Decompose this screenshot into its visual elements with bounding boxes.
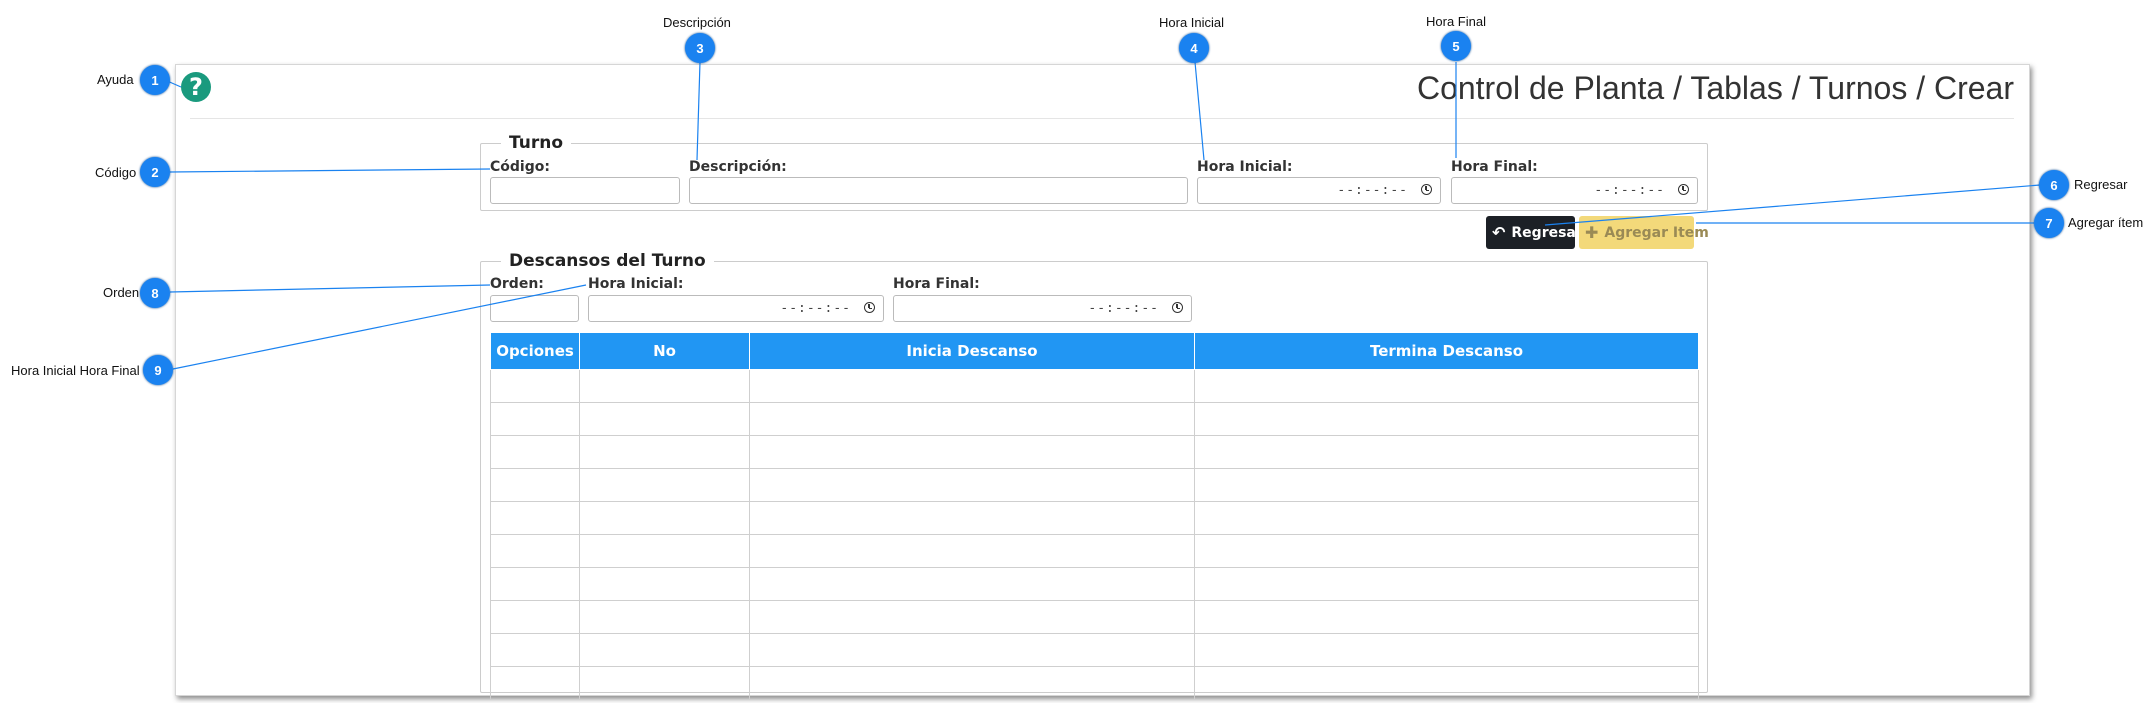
annotation-badge-7: 7	[2034, 208, 2064, 238]
annotation-label-ayuda: Ayuda	[97, 72, 134, 87]
annotation-label-hora-final: Hora Final	[1426, 14, 1486, 29]
annotation-label-hora-inicial: Hora Inicial	[1159, 15, 1225, 30]
annotation-badge-6: 6	[2039, 170, 2069, 200]
annotation-badge-2: 2	[140, 157, 170, 187]
annotation-leader-lines	[164, 61, 2041, 370]
annotation-badge-1: 1	[140, 65, 170, 95]
annotation-badge-5: 5	[1441, 31, 1471, 61]
annotation-label-regresar: Regresar	[2074, 177, 2128, 192]
annotation-label-descripcion: Descripción	[663, 15, 731, 30]
annotation-badge-4: 4	[1179, 33, 1209, 63]
annotation-badge-3: 3	[685, 33, 715, 63]
annotation-badge-9: 9	[143, 355, 173, 385]
annotation-label-codigo: Código	[95, 165, 137, 180]
annotation-badge-8: 8	[140, 278, 170, 308]
annotation-label-agregar-item: Agregar ítem	[2068, 215, 2144, 230]
annotation-label-orden: Orden	[103, 285, 140, 300]
annotation-label-hora-inicial-hora-final: Hora Inicial Hora Final	[11, 363, 140, 378]
